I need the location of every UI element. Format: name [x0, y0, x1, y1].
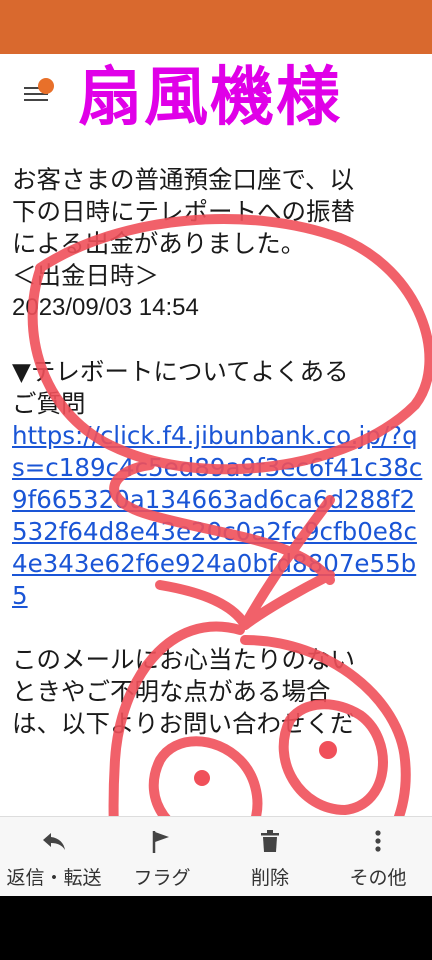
body-line: ときやご不明な点がある場合 [12, 677, 331, 706]
body-line: ＜出金日時＞ [12, 261, 159, 290]
body-line: による出金がありました。 [12, 229, 306, 258]
notification-dot [38, 78, 54, 94]
body-line: は、以下よりお問い合わせくだ [12, 709, 355, 738]
reply-forward-label: 返信・転送 [6, 867, 102, 889]
more-vert-icon [375, 830, 381, 852]
body-line: 下の日時にテレポートへの振替 [12, 197, 355, 226]
system-navigation-bar [0, 896, 432, 960]
hamburger-menu-icon[interactable] [22, 78, 56, 108]
bottom-toolbar: 返信・転送 フラグ 削除 その他 [0, 816, 432, 896]
email-body: お客さまの普通預金口座で、以 下の日時にテレポートへの振替 による出金がありまし… [12, 164, 424, 816]
reply-forward-button[interactable]: 返信・転送 [0, 817, 108, 896]
body-line: このメールにお心当たりのない [12, 645, 355, 674]
withdrawal-datetime: 2023/09/03 14:54 [12, 294, 199, 321]
flag-button[interactable]: フラグ [108, 817, 216, 896]
flag-icon [152, 831, 169, 853]
more-button[interactable]: その他 [324, 817, 432, 896]
email-header: 扇風機様 [0, 54, 432, 150]
more-label: その他 [349, 867, 407, 889]
body-line: お客さまの普通預金口座で、以 [12, 165, 355, 194]
trash-icon [261, 830, 279, 852]
faq-link[interactable]: https://click.f4.jibunbank.co.jp/?qs=c18… [12, 420, 424, 612]
sender-name: 扇風機様 [78, 61, 342, 135]
faq-heading-cont: ご質問 [12, 389, 86, 418]
delete-button[interactable]: 削除 [216, 817, 324, 896]
status-bar [0, 0, 432, 54]
reply-icon [43, 833, 65, 850]
flag-label: フラグ [133, 867, 191, 889]
delete-label: 削除 [250, 867, 289, 889]
faq-heading: ▼テレボートについてよくある [12, 357, 349, 386]
